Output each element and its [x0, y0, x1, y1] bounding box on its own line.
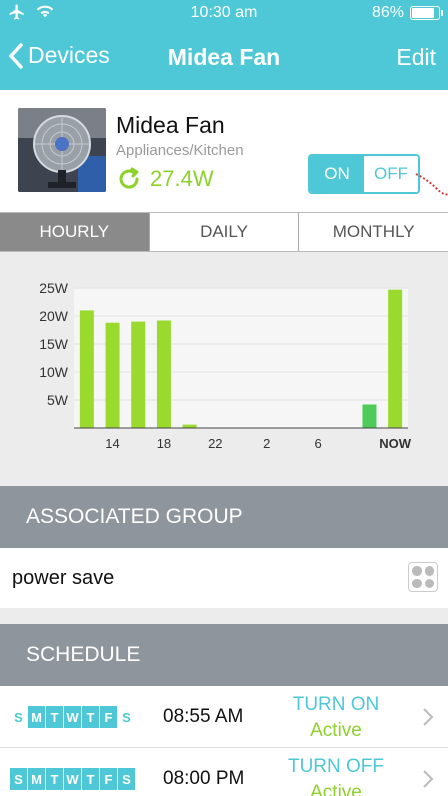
edit-button[interactable]: Edit: [396, 44, 436, 71]
schedule-time: 08:55 AM: [163, 706, 244, 727]
device-photo: [18, 108, 106, 192]
schedule-days: SMTWTFS: [10, 706, 135, 728]
page-title: Midea Fan: [167, 44, 281, 70]
x-tick-label: 22: [208, 436, 222, 451]
y-tick-label: 20W: [39, 308, 69, 324]
power-chart: 25W 20W 15W 10W 5W 14 18 22 2 6 NOW: [0, 252, 448, 484]
schedule-action-block: TURN ON Active: [274, 692, 398, 744]
tab-daily[interactable]: DAILY: [148, 213, 299, 251]
tab-monthly[interactable]: MONTHLY: [298, 213, 448, 251]
status-right: 86%: [371, 4, 443, 22]
cord-decoration: [415, 173, 448, 196]
chart-bar: [105, 322, 120, 428]
x-tick-label: 18: [157, 436, 171, 451]
refresh-icon[interactable]: [116, 166, 142, 192]
chevron-right-icon: [423, 770, 434, 788]
device-name: Midea Fan: [116, 112, 225, 138]
chart-bar: [131, 321, 146, 428]
x-tick-label: 14: [105, 436, 119, 451]
nav-bar: Devices Midea Fan Edit: [0, 26, 448, 90]
day-chip: S: [10, 768, 27, 790]
x-tick-label: 2: [263, 436, 270, 451]
schedule-action-block: TURN OFF Active: [274, 754, 398, 796]
schedule-status: Active: [310, 720, 362, 741]
power-toggle[interactable]: ON OFF: [308, 154, 420, 194]
schedule-row[interactable]: SMTWTFS 08:00 PM TURN OFF Active: [0, 748, 448, 796]
associated-group-header: ASSOCIATED GROUP: [0, 486, 448, 548]
x-tick-label: NOW: [379, 436, 412, 451]
top-bar: 10:30 am 86% Devices Midea Fan Edit: [0, 0, 448, 90]
day-chip: S: [122, 709, 131, 725]
schedule-action: TURN OFF: [287, 756, 385, 777]
status-bar: 10:30 am 86%: [0, 0, 448, 26]
day-chip: M: [28, 706, 45, 728]
tab-hourly[interactable]: HOURLY: [0, 213, 149, 251]
day-chip: F: [100, 768, 117, 790]
schedule-days: SMTWTFS: [10, 768, 135, 790]
day-chip: T: [46, 706, 63, 728]
schedule-header: SCHEDULE: [0, 624, 448, 686]
battery-fill: [412, 8, 435, 18]
period-tabs: HOURLY DAILY MONTHLY: [0, 212, 448, 252]
day-chip: T: [82, 768, 99, 790]
group-grid-icon[interactable]: [408, 562, 438, 592]
day-chip: W: [64, 768, 81, 790]
schedule-status: Active: [310, 782, 362, 796]
day-chip: S: [14, 709, 23, 725]
chart-bar: [79, 310, 94, 428]
battery-icon: [410, 6, 443, 20]
x-tick-label: 6: [314, 436, 321, 451]
power-reading: 27.4W: [150, 166, 214, 191]
day-chip: M: [28, 768, 45, 790]
schedule-time: 08:00 PM: [163, 768, 245, 789]
day-chip: S: [118, 768, 135, 790]
chart-bar: [182, 424, 197, 428]
toggle-on[interactable]: ON: [310, 156, 364, 192]
device-header: Midea Fan Appliances/Kitchen 27.4W ON OF…: [0, 90, 448, 212]
chevron-right-icon: [423, 708, 434, 726]
plot-background: [74, 288, 408, 428]
y-tick-label: 25W: [39, 280, 69, 296]
battery-percent: 86%: [371, 4, 404, 21]
app: 10:30 am 86% Devices Midea Fan Edit Mide…: [0, 0, 448, 796]
day-chip: F: [100, 706, 117, 728]
day-chip: T: [46, 768, 63, 790]
chart-bar: [388, 289, 403, 428]
chart-bar: [156, 320, 171, 428]
y-tick-label: 5W: [47, 392, 69, 408]
y-tick-label: 10W: [39, 364, 69, 380]
group-name: power save: [12, 566, 115, 589]
y-tick-label: 15W: [39, 336, 69, 352]
device-category: Appliances/Kitchen: [116, 142, 244, 159]
day-chip: T: [82, 706, 99, 728]
day-chip: W: [64, 706, 81, 728]
device-power: 27.4W: [116, 166, 214, 192]
schedule-action: TURN ON: [292, 694, 380, 715]
toggle-off[interactable]: OFF: [364, 156, 418, 192]
chart-svg: 25W20W15W10W5W14 18 22 2 6 NOW: [39, 280, 412, 451]
schedule-row[interactable]: SMTWTFS 08:55 AM TURN ON Active: [0, 686, 448, 748]
chart-bar: [362, 404, 377, 428]
associated-group-row[interactable]: power save: [0, 548, 448, 608]
